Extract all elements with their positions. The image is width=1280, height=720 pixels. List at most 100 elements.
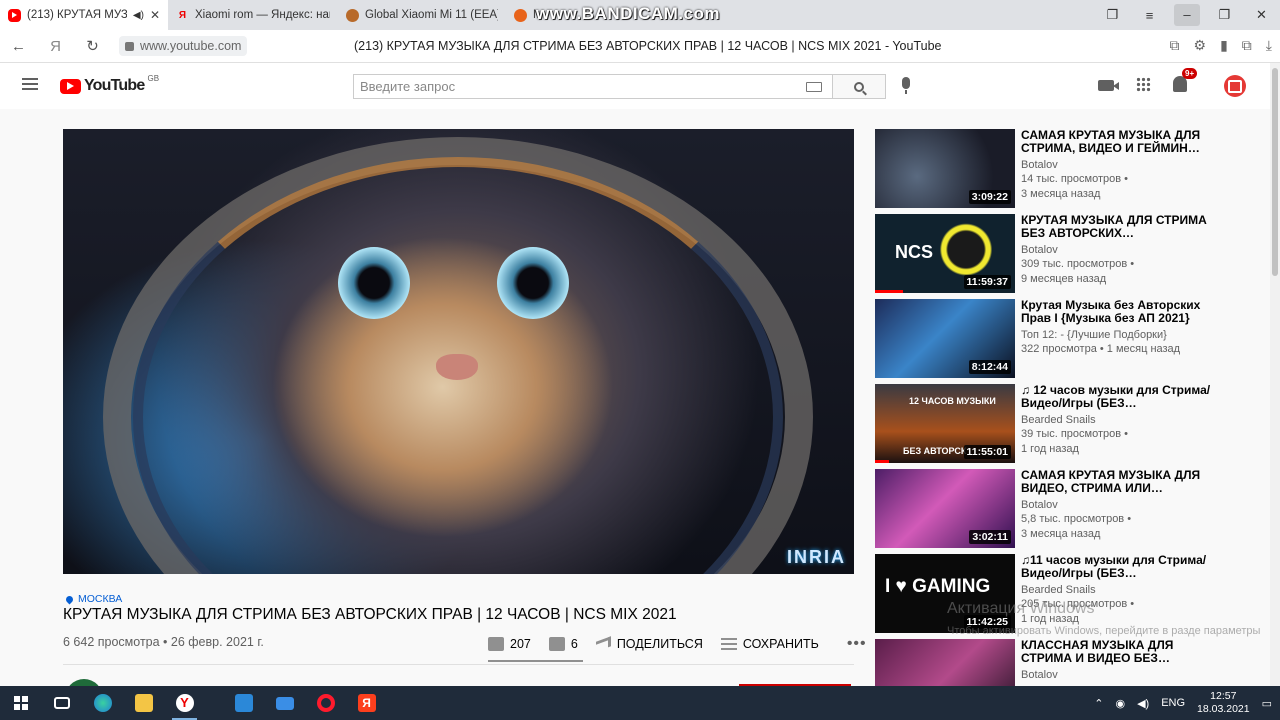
close-window-button[interactable]: ✕ — [1243, 7, 1280, 23]
url-text: www.youtube.com — [140, 39, 242, 53]
system-tray: ⌃ ◉ ◀) ENG 12:57 18.03.2021 ▭ — [1094, 686, 1272, 720]
minimize-button[interactable]: – — [1174, 4, 1200, 26]
recommendation-title[interactable]: ♫11 часов музыки для Стрима/Видео/Игры (… — [1021, 554, 1221, 580]
video-frame-eye — [497, 247, 569, 319]
reload-icon[interactable]: ↻ — [74, 37, 111, 55]
video-thumbnail[interactable]: 3:02:11 — [875, 469, 1015, 548]
channel-name[interactable]: Botalov — [1021, 668, 1221, 682]
extensions-icon[interactable]: ⚙ — [1194, 37, 1207, 54]
recommendation-title[interactable]: КРУТАЯ МУЗЫКА ДЛЯ СТРИМА БЕЗ АВТОРСКИХ… — [1021, 214, 1221, 240]
address-bar-tools: ⧉ ⚙ ▮ ⧉ ⤓ — [1170, 37, 1272, 54]
search-button[interactable] — [832, 74, 886, 99]
show-hidden-icons[interactable]: ⌃ — [1094, 697, 1103, 710]
channel-name[interactable]: Bearded Snails — [1021, 583, 1221, 597]
recorder-watermark: www.BANDICAM.com — [536, 4, 720, 23]
taskbar-edge[interactable] — [82, 686, 123, 720]
search-icon — [854, 81, 864, 92]
recommendation-item[interactable]: КЛАССНАЯ МУЗЫКА ДЛЯ СТРИМА И ВИДЕО БЕЗ… … — [875, 639, 1265, 686]
recommendation-item[interactable]: 3:09:22 САМАЯ КРУТАЯ МУЗЫКА ДЛЯ СТРИМА, … — [875, 129, 1265, 209]
yandex-icon[interactable]: Я — [37, 38, 74, 55]
collections-icon[interactable]: ⧉ — [1242, 37, 1252, 54]
share-button[interactable]: ПОДЕЛИТЬСЯ — [595, 636, 703, 652]
page-scrollbar[interactable] — [1270, 63, 1280, 686]
apps-grid-icon[interactable] — [1136, 76, 1151, 92]
site-favicon-icon — [346, 8, 359, 22]
upload-age: 1 год назад — [1021, 443, 1079, 455]
opera-icon — [316, 694, 335, 712]
task-view-button[interactable] — [41, 686, 82, 720]
recommendation-item[interactable]: 3:02:11 САМАЯ КРУТАЯ МУЗЫКА ДЛЯ ВИДЕО, С… — [875, 469, 1265, 549]
recommendation-title[interactable]: САМАЯ КРУТАЯ МУЗЫКА ДЛЯ СТРИМА, ВИДЕО И … — [1021, 129, 1221, 155]
recommendation-title[interactable]: КЛАССНАЯ МУЗЫКА ДЛЯ СТРИМА И ВИДЕО БЕЗ… — [1021, 639, 1221, 665]
dislike-button[interactable]: 6 — [548, 637, 578, 651]
taskbar-yandex[interactable]: Я — [346, 686, 387, 720]
speaker-icon[interactable]: ◀) — [133, 10, 144, 21]
bookmark-icon[interactable]: ▮ — [1220, 37, 1228, 54]
tab-yandex[interactable]: Я Xiaomi rom — Яндекс: нашлось — [168, 0, 338, 30]
video-thumbnail[interactable]: 3:09:22 — [875, 129, 1015, 208]
volume-icon[interactable]: ◀) — [1137, 697, 1149, 710]
recommendation-item[interactable]: 12 ЧАСОВ МУЗЫКИ БЕЗ АВТОРСК 11:55:01 ♫ 1… — [875, 384, 1265, 464]
keyboard-icon[interactable] — [806, 82, 822, 92]
store-icon — [234, 694, 253, 712]
video-thumbnail[interactable] — [875, 639, 1015, 686]
taskbar-opera[interactable] — [305, 686, 346, 720]
video-location[interactable]: МОСКВА — [64, 593, 122, 605]
taskbar-store[interactable] — [223, 686, 264, 720]
header-actions: 9+ — [1098, 68, 1198, 92]
recommendation-title[interactable]: Крутая Музыка без Авторских Прав I {Музы… — [1021, 299, 1221, 325]
channel-name[interactable]: Bearded Snails — [1021, 413, 1221, 427]
back-arrow-icon[interactable]: ← — [0, 38, 37, 55]
windows-taskbar: Y Я ⌃ ◉ ◀) ENG 12:57 18.03.2021 ▭ — [0, 686, 1280, 720]
channel-name[interactable]: Botalov — [1021, 243, 1221, 257]
more-options-icon[interactable]: ••• — [847, 635, 867, 653]
language-indicator[interactable]: ENG — [1161, 697, 1185, 709]
channel-name[interactable]: Botalov — [1021, 158, 1221, 172]
video-thumbnail[interactable]: I ♥ GAMING 11:42:25 — [875, 554, 1015, 633]
youtube-logo[interactable]: YouTube GB — [60, 74, 159, 95]
create-video-icon[interactable] — [1098, 80, 1119, 91]
notifications-icon[interactable]: ▭ — [1262, 697, 1272, 710]
video-thumbnail[interactable]: 12 ЧАСОВ МУЗЫКИ БЕЗ АВТОРСК 11:55:01 — [875, 384, 1015, 463]
recommendation-item[interactable]: 8:12:44 Крутая Музыка без Авторских Прав… — [875, 299, 1265, 379]
video-player[interactable]: INRIA — [63, 129, 854, 574]
microphone-icon[interactable] — [902, 77, 910, 94]
clock[interactable]: 12:57 18.03.2021 — [1197, 690, 1250, 716]
copy-icon[interactable]: ⧉ — [1170, 37, 1180, 54]
view-count: 309 тыс. просмотров • — [1021, 258, 1135, 270]
taskbar-explorer[interactable] — [123, 686, 164, 720]
video-thumbnail[interactable]: 8:12:44 — [875, 299, 1015, 378]
taskbar-yandex-browser[interactable]: Y — [164, 686, 205, 720]
recommendation-title[interactable]: ♫ 12 часов музыки для Стрима/Видео/Игры … — [1021, 384, 1221, 410]
tab-global-xiaomi[interactable]: Global Xiaomi Mi 11 (EEA) — [338, 0, 506, 30]
video-duration: 8:12:44 — [968, 360, 1011, 374]
network-icon[interactable]: ◉ — [1115, 697, 1125, 710]
save-button[interactable]: СОХРАНИТЬ — [720, 637, 819, 651]
video-thumbnail[interactable]: NCS 11:59:37 — [875, 214, 1015, 293]
search-input[interactable]: Введите запрос — [353, 74, 833, 99]
menu-icon[interactable] — [22, 78, 38, 90]
save-label: СОХРАНИТЬ — [742, 637, 819, 651]
tabs-menu-icon[interactable]: ❐ — [1094, 7, 1131, 23]
recommendation-item[interactable]: I ♥ GAMING 11:42:25 ♫11 часов музыки для… — [875, 554, 1265, 634]
thumbnail-text: I ♥ GAMING — [885, 576, 991, 597]
browser-menu-icon[interactable]: ≡ — [1131, 8, 1168, 23]
yandex-icon: Я — [357, 694, 376, 712]
start-button[interactable] — [0, 686, 41, 720]
recommendation-item[interactable]: NCS 11:59:37 КРУТАЯ МУЗЫКА ДЛЯ СТРИМА БЕ… — [875, 214, 1265, 294]
account-avatar[interactable] — [1224, 75, 1246, 97]
notifications-bell-icon[interactable]: 9+ — [1173, 68, 1198, 92]
maximize-button[interactable]: ❐ — [1206, 7, 1243, 23]
recommendation-title[interactable]: САМАЯ КРУТАЯ МУЗЫКА ДЛЯ ВИДЕО, СТРИМА ИЛ… — [1021, 469, 1221, 495]
scrollbar-thumb[interactable] — [1272, 68, 1278, 276]
tab-youtube[interactable]: (213) КРУТАЯ МУЗЫК ◀) ✕ — [0, 0, 168, 30]
like-button[interactable]: 207 — [488, 637, 531, 651]
channel-name[interactable]: Топ 12: - {Лучшие Подборки} — [1021, 328, 1221, 342]
url-field[interactable]: www.youtube.com — [119, 36, 248, 56]
video-duration: 3:02:11 — [969, 530, 1011, 544]
close-tab-icon[interactable]: ✕ — [150, 8, 160, 22]
view-count: 14 тыс. просмотров • — [1021, 173, 1129, 185]
channel-name[interactable]: Botalov — [1021, 498, 1221, 512]
taskbar-mail[interactable] — [264, 686, 305, 720]
download-icon[interactable]: ⤓ — [1266, 37, 1272, 54]
